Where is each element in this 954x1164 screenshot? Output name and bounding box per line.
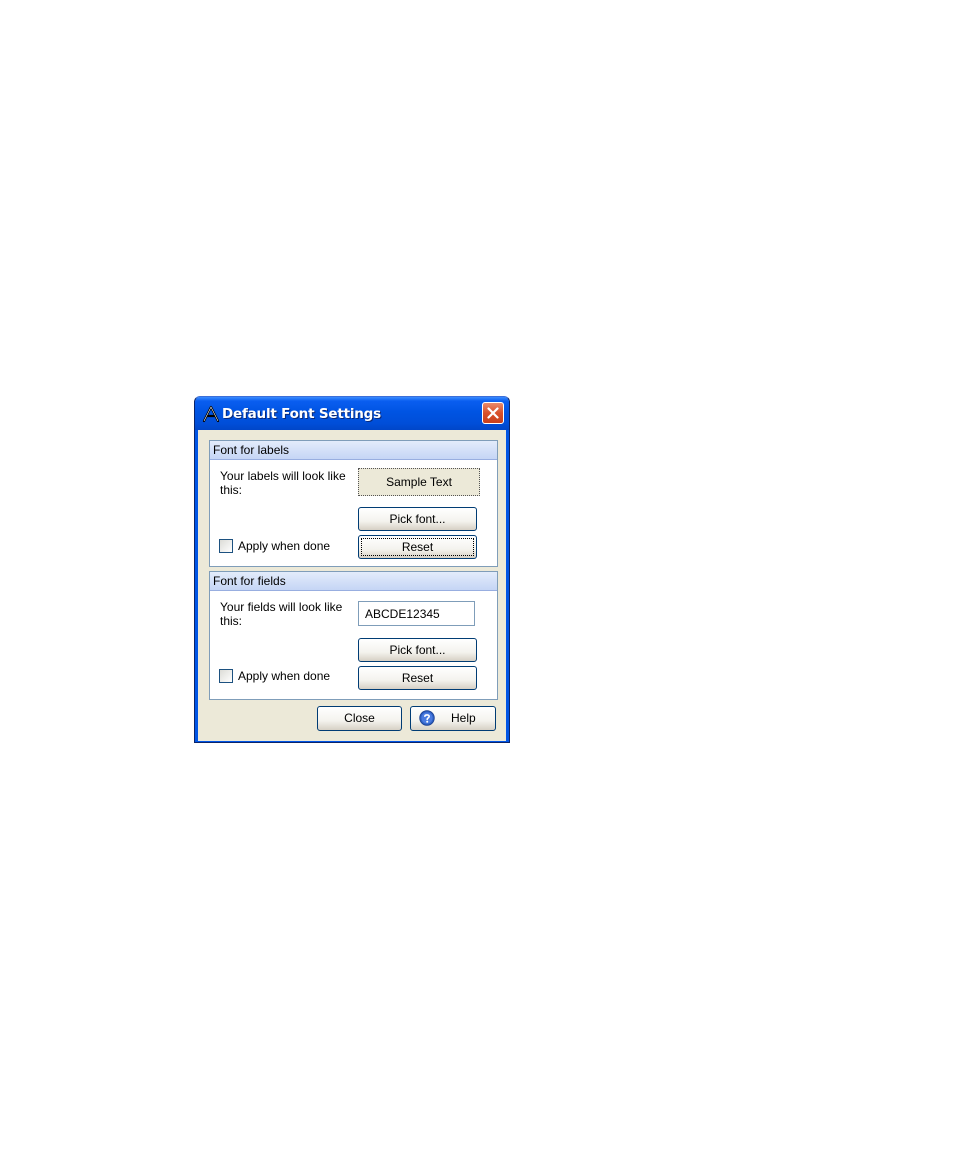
- fields-apply-label: Apply when done: [238, 668, 331, 683]
- fields-description: Your fields will look like this:: [220, 600, 343, 628]
- labels-description: Your labels will look like this:: [220, 469, 346, 497]
- fields-font-group: Font for fields Your fields will look li…: [209, 571, 498, 700]
- help-button[interactable]: Help: [410, 706, 496, 731]
- fields-apply-checkbox-row[interactable]: Apply when done: [219, 668, 330, 684]
- labels-sample-text: Sample Text: [358, 468, 480, 496]
- help-button-label: Help: [451, 711, 476, 725]
- fields-group-header: Font for fields: [210, 572, 497, 591]
- labels-apply-checkbox[interactable]: [219, 538, 233, 553]
- fields-reset-button[interactable]: Reset: [358, 666, 477, 690]
- fields-pick-font-button[interactable]: Pick font...: [358, 638, 477, 662]
- app-logo-icon: [202, 405, 220, 423]
- labels-group-header: Font for labels: [210, 441, 497, 460]
- fields-apply-checkbox[interactable]: [219, 668, 233, 683]
- labels-pick-font-button[interactable]: Pick font...: [358, 507, 477, 531]
- labels-reset-button[interactable]: Reset: [358, 535, 477, 559]
- default-font-settings-dialog: Default Font Settings Font for labels Yo…: [194, 396, 510, 743]
- dialog-title: Default Font Settings: [222, 406, 381, 422]
- labels-apply-checkbox-row[interactable]: Apply when done: [219, 538, 330, 554]
- dialog-body: Font for labels Your labels will look li…: [198, 430, 506, 741]
- close-button[interactable]: Close: [317, 706, 402, 731]
- close-icon: [487, 407, 499, 419]
- close-window-button[interactable]: [482, 402, 504, 424]
- fields-sample-input[interactable]: [358, 601, 475, 626]
- labels-apply-label: Apply when done: [238, 538, 331, 553]
- help-icon: [419, 710, 435, 726]
- title-bar[interactable]: Default Font Settings: [195, 397, 509, 430]
- labels-font-group: Font for labels Your labels will look li…: [209, 440, 498, 567]
